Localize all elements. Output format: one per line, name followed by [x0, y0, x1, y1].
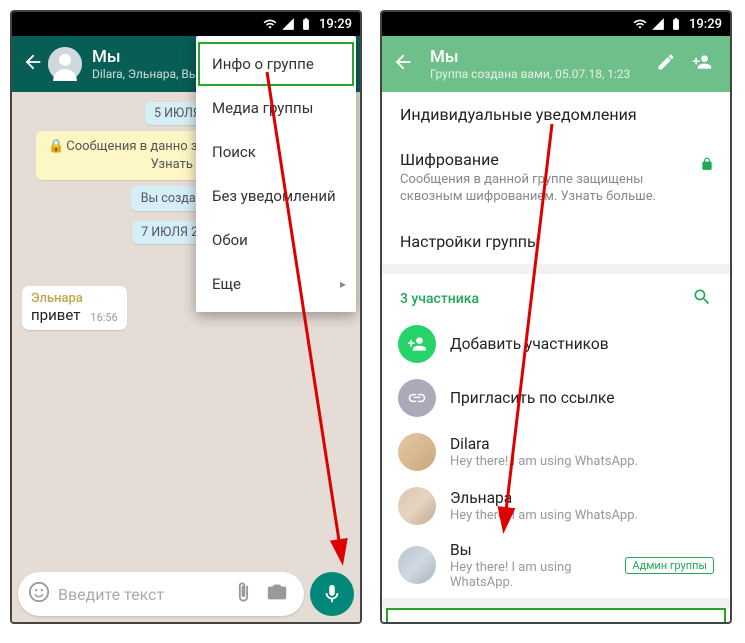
message-input-bar: Введите текст	[12, 566, 360, 622]
avatar	[398, 546, 436, 584]
info-header: Мы Группа создана вами, 05.07.18, 1:23	[382, 36, 730, 92]
row-notifications[interactable]: Индивидуальные уведомления	[382, 92, 730, 137]
emoji-icon[interactable]	[28, 581, 50, 607]
participant-row[interactable]: Dilara Hey there! I am using WhatsApp.	[382, 425, 730, 479]
menu-group-info[interactable]: Инфо о группе	[200, 44, 352, 84]
input-placeholder: Введите текст	[58, 585, 226, 604]
signal-icon	[281, 17, 295, 31]
phone-group-info: 19:29 Мы Группа создана вами, 05.07.18, …	[380, 10, 732, 624]
wifi-icon	[633, 17, 647, 31]
menu-mute[interactable]: Без уведомлений	[196, 174, 356, 218]
signal-icon	[651, 17, 665, 31]
avatar	[398, 487, 436, 525]
participant-row[interactable]: Эльнара Hey there! I am using WhatsApp.	[382, 479, 730, 533]
info-title: Мы	[430, 47, 630, 67]
chat-title: Мы	[92, 47, 198, 67]
menu-wallpaper[interactable]: Обои	[196, 218, 356, 262]
mic-button[interactable]	[310, 572, 354, 616]
wifi-icon	[263, 17, 277, 31]
attach-icon[interactable]	[226, 581, 260, 607]
message-input[interactable]: Введите текст	[18, 572, 304, 616]
edit-icon[interactable]	[648, 52, 684, 76]
message-text: привет	[31, 306, 80, 324]
row-invite-link[interactable]: Пригласить по ссылке	[382, 371, 730, 425]
back-icon[interactable]	[392, 51, 414, 77]
menu-group-media[interactable]: Медиа группы	[196, 86, 356, 130]
message-sender: Эльнара	[31, 291, 118, 306]
add-person-icon	[398, 325, 436, 363]
status-time: 19:29	[689, 17, 722, 32]
battery-icon	[669, 17, 683, 31]
lock-icon	[700, 155, 714, 177]
chevron-right-icon: ▸	[340, 277, 346, 291]
chat-subtitle: Dilara, Эльнара, Вы	[92, 67, 198, 81]
search-participants-icon[interactable]	[692, 287, 712, 311]
row-encryption[interactable]: Шифрование Сообщения в данной группе защ…	[382, 137, 730, 219]
status-bar: 19:29	[382, 12, 730, 36]
row-add-participants[interactable]: Добавить участников	[382, 317, 730, 371]
participants-header: 3 участника	[382, 274, 730, 317]
lock-icon: 🔒	[48, 139, 64, 154]
participant-row[interactable]: Вы Hey there! I am using WhatsApp. Админ…	[382, 533, 730, 598]
admin-badge: Админ группы	[625, 557, 714, 574]
phone-chat: 19:29 Мы Dilara, Эльнара, Вы 5 ИЮЛЯ 20 🔒…	[10, 10, 362, 624]
menu-search[interactable]: Поиск	[196, 130, 356, 174]
message-incoming[interactable]: Эльнара привет 16:56	[22, 286, 127, 330]
camera-icon[interactable]	[260, 581, 294, 607]
back-icon[interactable]	[22, 51, 44, 77]
menu-more[interactable]: Еще▸	[196, 262, 356, 306]
add-participant-icon[interactable]	[684, 52, 720, 76]
status-bar: 19:29	[12, 12, 360, 36]
exit-group-button[interactable]: Выйти из группы	[388, 610, 724, 622]
link-icon	[398, 379, 436, 417]
status-time: 19:29	[319, 17, 352, 32]
row-group-settings[interactable]: Настройки группы	[382, 219, 730, 264]
avatar	[398, 433, 436, 471]
info-body: Индивидуальные уведомления Шифрование Со…	[382, 92, 730, 622]
info-subtitle: Группа создана вами, 05.07.18, 1:23	[430, 67, 630, 81]
overflow-menu: Инфо о группе Медиа группы Поиск Без уве…	[196, 36, 356, 312]
message-time: 16:56	[90, 311, 117, 324]
group-avatar[interactable]	[48, 47, 82, 81]
battery-icon	[299, 17, 313, 31]
